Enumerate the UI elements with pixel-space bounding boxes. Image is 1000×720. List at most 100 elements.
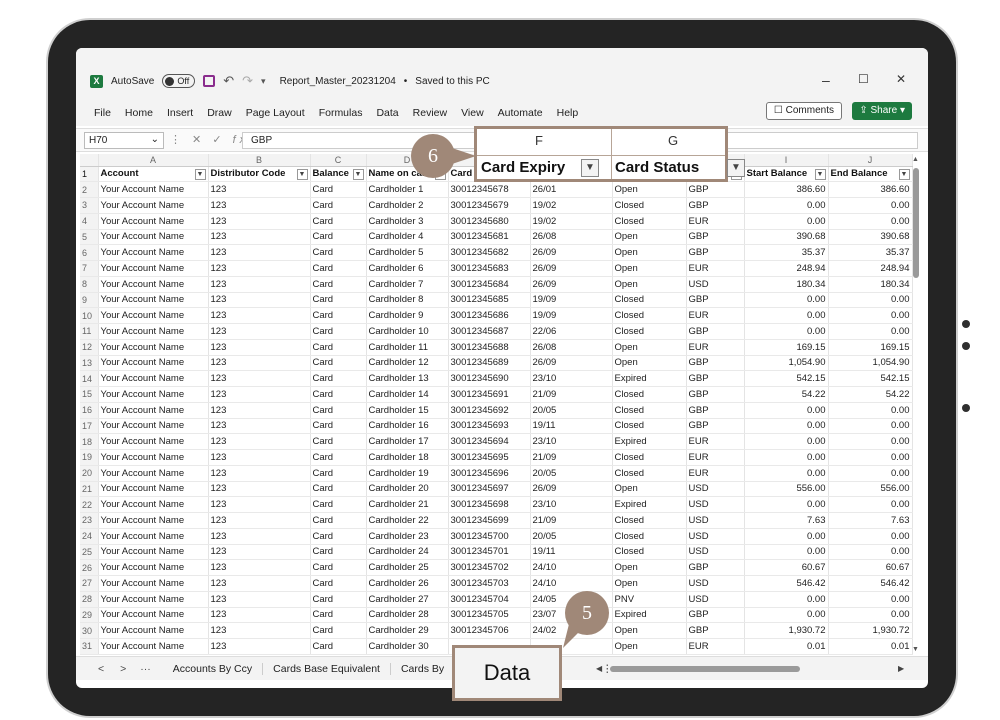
cell[interactable]: 0.00 [828,197,913,214]
cell[interactable]: Card [310,292,367,309]
cell[interactable]: 20/05 [530,402,613,419]
cell[interactable]: 30012345678 [448,181,531,198]
cell[interactable]: 123 [208,418,311,435]
cell[interactable]: Cardholder 2 [366,197,449,214]
cell[interactable]: 123 [208,181,311,198]
cell[interactable]: Card [310,591,367,608]
cell[interactable]: 23/10 [530,370,613,387]
cell[interactable]: Cardholder 20 [366,481,449,498]
cell[interactable]: 123 [208,433,311,450]
cell[interactable]: 123 [208,544,311,561]
cell[interactable]: 26/09 [530,355,613,372]
row-number[interactable]: 10 [80,307,99,324]
cell[interactable]: Closed [612,402,687,419]
row-number[interactable]: 6 [80,244,99,261]
cell[interactable]: 1,054.90 [828,355,913,372]
cell[interactable]: 54.22 [828,386,913,403]
cell[interactable]: 0.00 [744,465,829,482]
cell[interactable]: GBP [686,386,745,403]
row-number[interactable]: 17 [80,418,99,435]
cell[interactable]: USD [686,575,745,592]
row-number[interactable]: 3 [80,197,99,214]
cell[interactable]: 30012345683 [448,260,531,277]
menu-data[interactable]: Data [376,107,398,119]
cell[interactable]: Your Account Name [98,402,209,419]
cell[interactable]: Card [310,260,367,277]
cell[interactable]: 123 [208,402,311,419]
cell[interactable]: 0.00 [828,292,913,309]
cell[interactable]: 21/09 [530,512,613,529]
cell[interactable]: Open [612,339,687,356]
cell[interactable]: Cardholder 4 [366,229,449,246]
cell[interactable]: Your Account Name [98,433,209,450]
cell[interactable]: Open [612,229,687,246]
cell[interactable]: Open [612,276,687,293]
cell[interactable]: USD [686,512,745,529]
cell[interactable]: 0.00 [744,418,829,435]
cell[interactable]: 30012345685 [448,292,531,309]
cell[interactable]: 123 [208,386,311,403]
menu-help[interactable]: Help [557,107,579,119]
cell[interactable]: EUR [686,465,745,482]
cell[interactable]: 390.68 [828,229,913,246]
cell[interactable]: 542.15 [744,370,829,387]
cell[interactable]: Your Account Name [98,355,209,372]
cell[interactable]: 26/08 [530,229,613,246]
cell[interactable]: 123 [208,449,311,466]
autosave-toggle[interactable]: Off [162,74,196,88]
cell[interactable]: Closed [612,544,687,561]
row-number[interactable]: 13 [80,355,99,372]
cell[interactable]: Your Account Name [98,229,209,246]
cell[interactable]: 123 [208,638,311,655]
cell[interactable]: 26/01 [530,181,613,198]
cell[interactable]: 0.00 [828,465,913,482]
horizontal-scroll-thumb[interactable] [610,666,800,672]
column-letter[interactable]: A [98,154,209,167]
cell[interactable]: GBP [686,197,745,214]
cell[interactable]: 19/02 [530,213,613,230]
cell[interactable]: Card [310,481,367,498]
row-number[interactable]: 26 [80,559,99,576]
cell[interactable]: Card [310,575,367,592]
cell[interactable]: Card [310,544,367,561]
cell[interactable]: 0.01 [744,638,829,655]
row-number[interactable]: 21 [80,481,99,498]
cell[interactable]: Your Account Name [98,370,209,387]
cell[interactable]: 54.22 [744,386,829,403]
cell[interactable]: 26/09 [530,260,613,277]
row-number[interactable]: 1 [80,166,99,183]
row-number[interactable]: 14 [80,370,99,387]
cell[interactable]: Cardholder 9 [366,307,449,324]
cell[interactable]: Expired [612,607,687,624]
cell[interactable]: 169.15 [744,339,829,356]
cell[interactable]: 30012345679 [448,197,531,214]
cell[interactable]: Expired [612,496,687,513]
cell[interactable]: EUR [686,339,745,356]
row-number[interactable]: 20 [80,465,99,482]
cell[interactable]: 123 [208,339,311,356]
cell[interactable]: Closed [612,449,687,466]
hscroll-left-icon[interactable]: ◀ [596,664,602,673]
cell[interactable]: 30012345701 [448,544,531,561]
cell[interactable]: GBP [686,622,745,639]
cell[interactable]: Card [310,307,367,324]
cell[interactable]: GBP [686,418,745,435]
cell[interactable]: Card [310,622,367,639]
cell[interactable]: Open [612,244,687,261]
cell[interactable]: 0.00 [744,496,829,513]
close-button[interactable]: ✕ [896,72,906,86]
cell[interactable]: Card [310,181,367,198]
cell[interactable]: Cardholder 6 [366,260,449,277]
cell[interactable]: Card [310,355,367,372]
row-number[interactable]: 2 [80,181,99,198]
cell[interactable]: Your Account Name [98,607,209,624]
filter-dropdown-icon[interactable]: ▼ [727,159,745,177]
cell[interactable]: 0.00 [744,449,829,466]
cell[interactable]: 0.00 [744,323,829,340]
cell[interactable]: 1,054.90 [744,355,829,372]
cell[interactable]: 123 [208,276,311,293]
cell[interactable]: 0.00 [828,544,913,561]
cell[interactable]: 1,930.72 [744,622,829,639]
cell[interactable]: 30012345686 [448,307,531,324]
cell[interactable]: PNV [612,591,687,608]
